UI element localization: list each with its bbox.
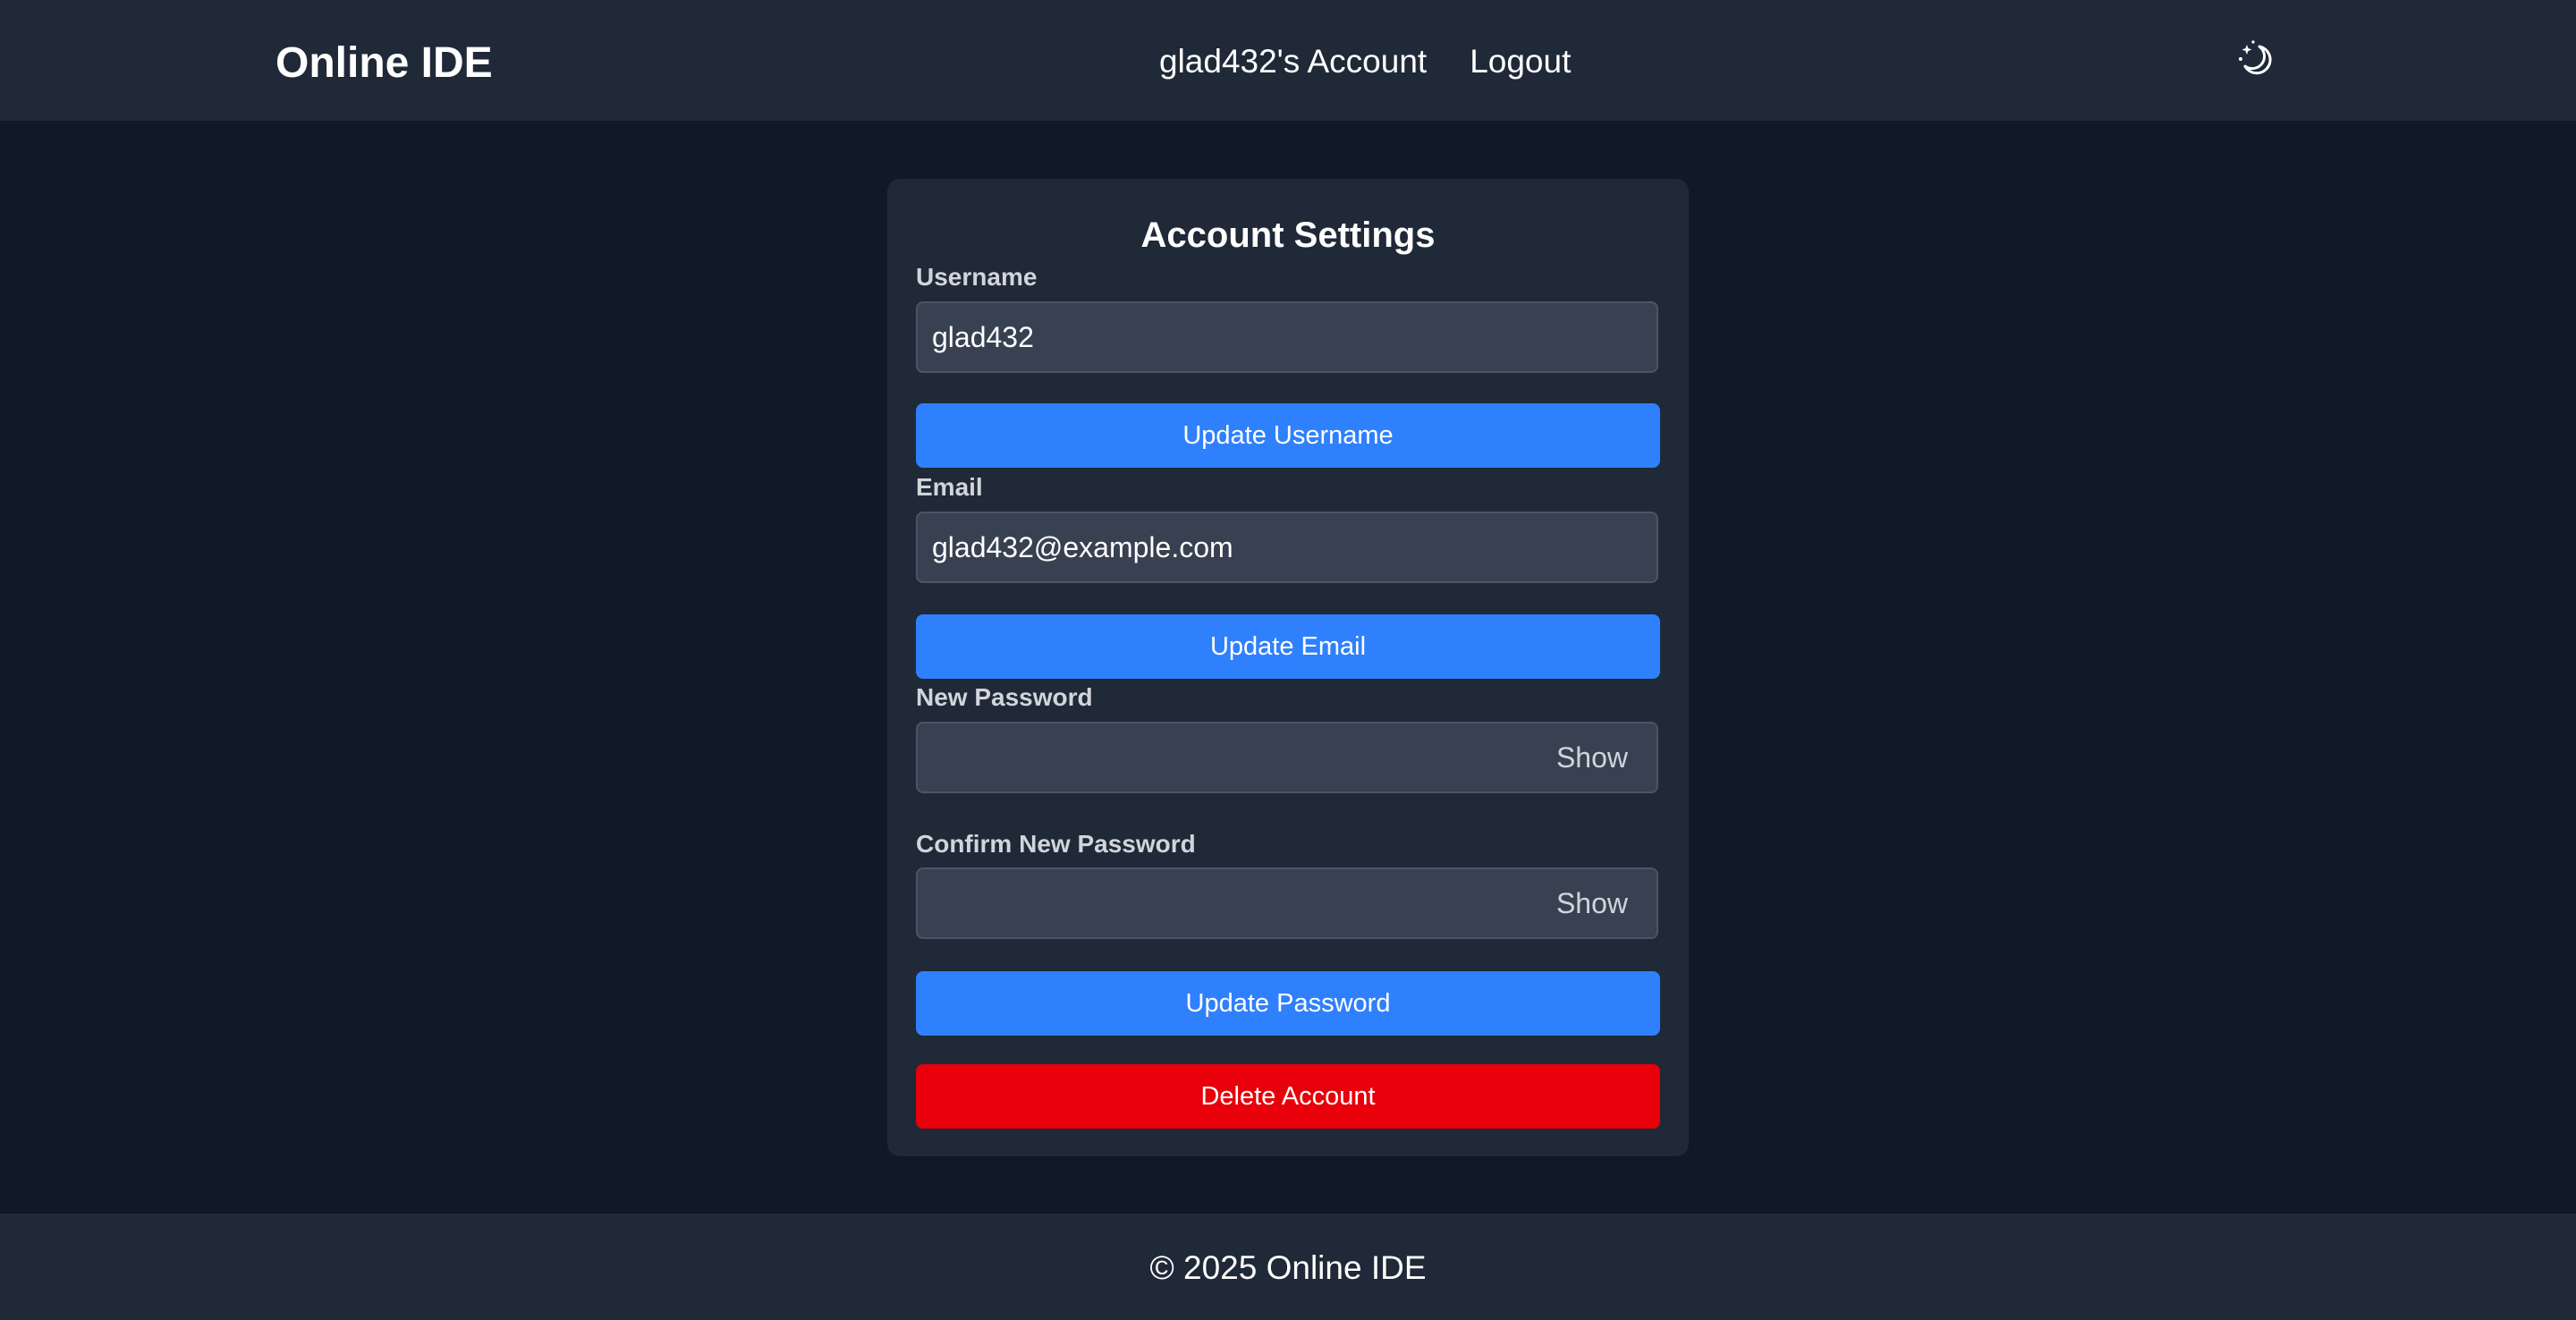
- new-password-input[interactable]: [916, 722, 1658, 793]
- footer-copyright: © 2025 Online IDE: [1149, 1249, 1427, 1286]
- moon-stars-icon: [2239, 40, 2272, 75]
- confirm-password-input[interactable]: [916, 867, 1658, 939]
- username-label: Username: [916, 263, 1038, 291]
- top-navbar: Online IDE glad432's Account Logout: [0, 0, 2576, 121]
- username-input[interactable]: [916, 301, 1658, 373]
- delete-account-button[interactable]: Delete Account: [916, 1064, 1660, 1129]
- email-input[interactable]: [916, 512, 1658, 583]
- confirm-password-label: Confirm New Password: [916, 830, 1196, 858]
- theme-toggle-button[interactable]: [2236, 39, 2275, 79]
- brand-logo[interactable]: Online IDE: [275, 34, 493, 93]
- account-link[interactable]: glad432's Account: [1159, 38, 1427, 86]
- main-nav: glad432's Account Logout: [1159, 38, 1571, 86]
- show-new-password-toggle[interactable]: Show: [1556, 740, 1628, 775]
- show-confirm-password-toggle[interactable]: Show: [1556, 885, 1628, 921]
- update-password-button[interactable]: Update Password: [916, 971, 1660, 1036]
- logout-link[interactable]: Logout: [1470, 38, 1571, 86]
- page-footer: © 2025 Online IDE: [0, 1214, 2576, 1320]
- page-title: Account Settings: [1140, 216, 1436, 255]
- email-label: Email: [916, 473, 983, 501]
- update-email-button[interactable]: Update Email: [916, 614, 1660, 679]
- new-password-label: New Password: [916, 683, 1093, 711]
- update-username-button[interactable]: Update Username: [916, 403, 1660, 468]
